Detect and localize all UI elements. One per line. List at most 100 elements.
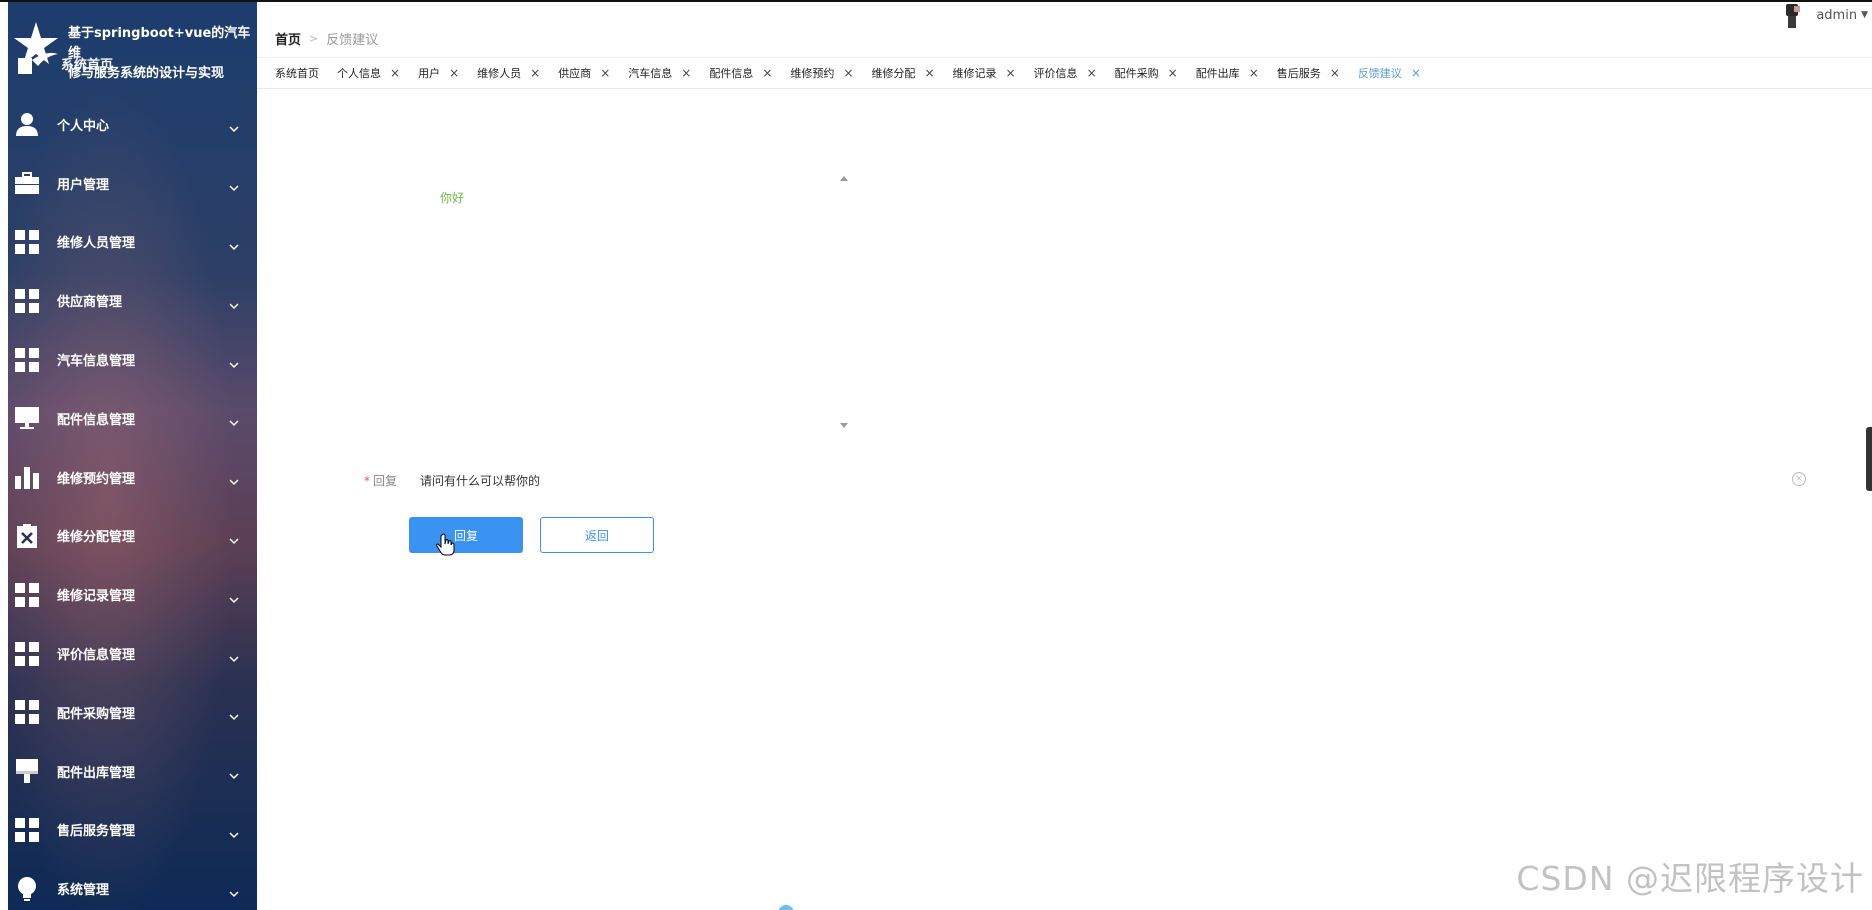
- sidebar-item-7[interactable]: 维修分配管理: [8, 507, 257, 566]
- tab-14[interactable]: 反馈建议 ×: [1358, 65, 1421, 81]
- close-icon[interactable]: ×: [924, 66, 934, 80]
- tab-4[interactable]: 供应商 ×: [558, 65, 610, 81]
- sidebar-item-4[interactable]: 汽车信息管理: [8, 330, 257, 389]
- sidebar-item-13[interactable]: 系统管理: [8, 859, 257, 910]
- chevron-down-icon[interactable]: [229, 296, 239, 309]
- tab-0[interactable]: 系统首页: [275, 65, 319, 81]
- close-icon[interactable]: ×: [449, 66, 459, 80]
- chevron-down-icon[interactable]: [229, 237, 239, 251]
- sidebar-item-9[interactable]: 评价信息管理: [8, 624, 257, 683]
- tab-label: 配件出库: [1195, 67, 1240, 80]
- close-icon[interactable]: ×: [843, 66, 853, 80]
- close-icon[interactable]: ×: [762, 66, 772, 80]
- tab-label: 系统首页: [275, 67, 319, 80]
- tab-6[interactable]: 配件信息 ×: [709, 65, 772, 81]
- chevron-down-icon[interactable]: [229, 531, 239, 545]
- tab-7[interactable]: 维修预约 ×: [790, 65, 853, 81]
- sidebar-item-6[interactable]: 维修预约管理: [8, 448, 257, 507]
- grid-icon: [13, 228, 41, 256]
- tab-11[interactable]: 配件采购 ×: [1115, 65, 1178, 81]
- bar-chart-icon: [13, 463, 41, 491]
- sidebar-item-2[interactable]: 维修人员管理: [8, 213, 257, 272]
- tab-2[interactable]: 用户 ×: [418, 65, 459, 81]
- tab-3[interactable]: 维修人员 ×: [477, 65, 540, 81]
- sidebar-item-5[interactable]: 配件信息管理: [8, 389, 257, 448]
- chevron-down-icon[interactable]: [229, 355, 239, 368]
- tab-13[interactable]: 售后服务 ×: [1277, 65, 1340, 81]
- breadcrumb-home[interactable]: 首页: [275, 29, 301, 48]
- chevron-down-icon[interactable]: [229, 825, 239, 839]
- sidebar-item-12[interactable]: 售后服务管理: [8, 801, 257, 860]
- bulb-icon: [13, 875, 41, 903]
- chevron-down-icon[interactable]: [229, 178, 239, 192]
- sidebar-item-label: 个人中心: [57, 118, 110, 134]
- close-icon[interactable]: ×: [1249, 66, 1259, 80]
- chevron-down-icon[interactable]: [229, 649, 239, 662]
- clipboard-x-icon: [13, 522, 41, 550]
- sidebar-item-label: 维修记录管理: [57, 589, 136, 605]
- briefcase-icon: [13, 169, 41, 197]
- feedback-message: 你好: [440, 191, 465, 205]
- chevron-down-icon[interactable]: [229, 766, 239, 780]
- close-icon[interactable]: ×: [530, 66, 540, 80]
- chevron-down-icon[interactable]: [229, 119, 239, 133]
- tab-label: 用户: [418, 67, 441, 80]
- sidebar-item-10[interactable]: 配件采购管理: [8, 683, 257, 742]
- sidebar-menu: 个人中心用户管理维修人员管理供应商管理 汽车信息管理 配件信息管理 维修预约管理维修分…: [8, 95, 257, 910]
- sidebar-item-label: 评价信息管理: [57, 648, 136, 664]
- tab-label: 评价信息: [1033, 67, 1078, 80]
- tab-label: 配件信息: [709, 67, 754, 80]
- scroll-up-arrow-icon[interactable]: [840, 176, 848, 181]
- reply-button[interactable]: 回复: [409, 517, 523, 553]
- tab-label: 维修预约: [790, 67, 835, 80]
- sidebar-item-label: 售后服务管理: [57, 824, 136, 840]
- logo-star-icon: [14, 22, 58, 74]
- close-icon[interactable]: ×: [1006, 66, 1016, 80]
- close-icon[interactable]: ×: [1087, 66, 1097, 80]
- user-menu[interactable]: admin ▼: [1778, 2, 1868, 28]
- sidebar-item-label: 维修人员管理: [57, 236, 136, 252]
- chevron-down-icon[interactable]: [229, 472, 239, 486]
- tab-1[interactable]: 个人信息 ×: [337, 65, 400, 81]
- caret-down-icon[interactable]: ▼: [1861, 10, 1868, 20]
- sidebar-item-1[interactable]: 用户管理: [8, 154, 257, 213]
- reply-input[interactable]: [420, 473, 1720, 488]
- sidebar: 基于springboot+vue的汽车维 修与服务系统的设计与实现 系统首页 个…: [8, 2, 257, 910]
- sidebar-item-11[interactable]: 配件出库管理: [8, 742, 257, 801]
- breadcrumb: 首页 > 反馈建议: [275, 29, 378, 48]
- tab-8[interactable]: 维修分配 ×: [871, 65, 934, 81]
- sidebar-item-0[interactable]: 个人中心: [8, 95, 257, 154]
- scroll-down-arrow-icon[interactable]: [840, 423, 848, 428]
- person-icon: [13, 110, 41, 138]
- tab-9[interactable]: 维修记录 ×: [953, 65, 1016, 81]
- close-icon[interactable]: ×: [1168, 66, 1178, 80]
- chevron-down-icon[interactable]: [229, 413, 239, 427]
- sidebar-item-3[interactable]: 供应商管理: [8, 271, 257, 330]
- tab-12[interactable]: 配件出库 ×: [1196, 65, 1259, 81]
- user-name[interactable]: admin: [1816, 8, 1857, 23]
- tab-label: 维修分配: [871, 67, 916, 80]
- close-icon[interactable]: ×: [600, 66, 610, 80]
- tab-label: 配件采购: [1114, 67, 1159, 80]
- clear-icon[interactable]: ×: [1792, 472, 1806, 486]
- reply-field-label: * 回复: [364, 472, 420, 489]
- close-icon[interactable]: ×: [1330, 66, 1340, 80]
- page-scrollbar[interactable]: [1866, 427, 1872, 491]
- grid-icon: [13, 816, 41, 844]
- chevron-down-icon[interactable]: [229, 707, 239, 721]
- tab-5[interactable]: 汽车信息 ×: [628, 65, 691, 81]
- close-icon[interactable]: ×: [1411, 66, 1421, 80]
- avatar[interactable]: [1778, 2, 1804, 28]
- sidebar-item-label: 维修分配管理: [57, 530, 136, 546]
- tab-label: 维修记录: [952, 67, 997, 80]
- required-mark: *: [364, 474, 370, 488]
- home-overlay-label[interactable]: 系统首页: [61, 54, 113, 73]
- close-icon[interactable]: ×: [390, 66, 400, 80]
- chevron-down-icon[interactable]: [229, 590, 239, 603]
- tab-10[interactable]: 评价信息 ×: [1034, 65, 1097, 81]
- back-button[interactable]: 返回: [540, 517, 654, 553]
- tab-label: 反馈建议: [1357, 67, 1402, 80]
- close-icon[interactable]: ×: [681, 66, 691, 80]
- chevron-down-icon[interactable]: [229, 884, 239, 897]
- sidebar-item-8[interactable]: 维修记录管理: [8, 565, 257, 624]
